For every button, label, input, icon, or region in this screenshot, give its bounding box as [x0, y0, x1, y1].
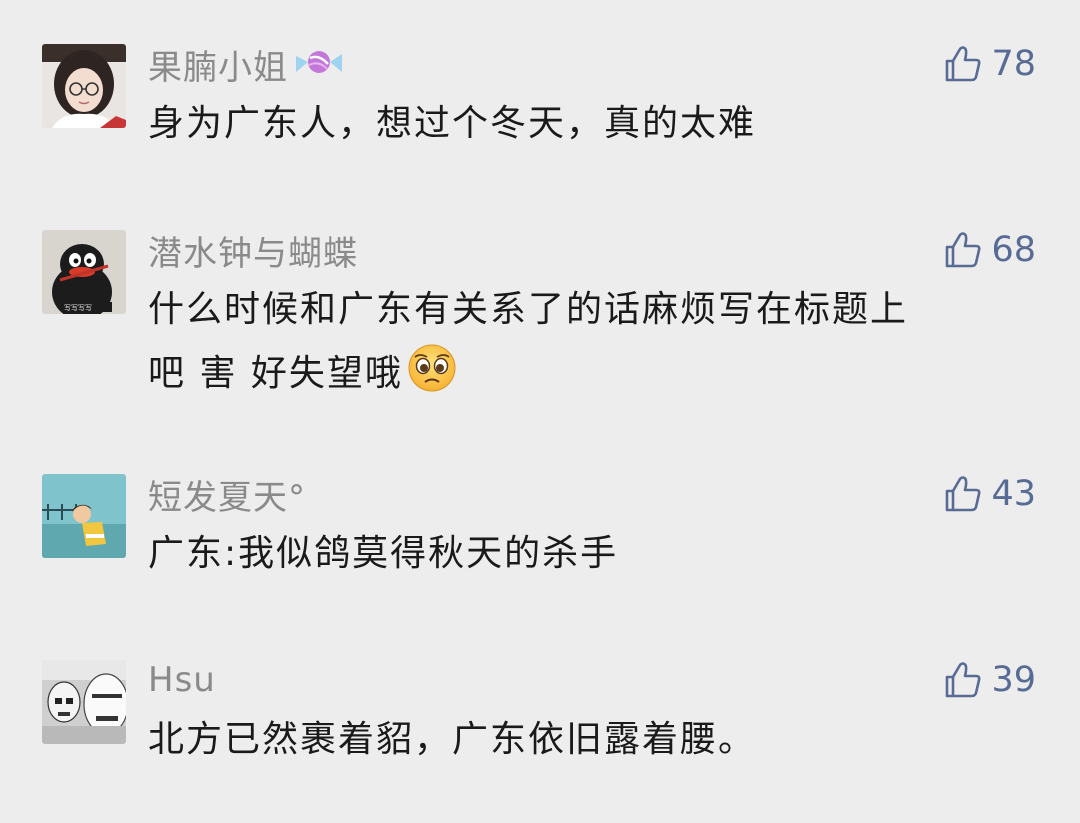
comment-text: 什么时候和广东有关系了的话麻烦写在标题上 吧 害 好失望哦	[148, 278, 1038, 414]
avatar-stormtrooper-image	[42, 660, 126, 744]
avatar[interactable]	[42, 474, 126, 558]
like-button[interactable]: 39	[943, 658, 1036, 702]
username-row: 短发夏天°	[148, 470, 306, 519]
avatar-girl-image	[42, 44, 126, 128]
username[interactable]: Hsu	[148, 660, 216, 700]
thumbs-up-icon	[946, 476, 981, 512]
username-row: 潜水钟与蝴蝶	[148, 226, 358, 275]
like-count: 43	[991, 474, 1036, 514]
comment-text: 北方已然裹着貂，广东依旧露着腰。	[148, 719, 757, 760]
avatar[interactable]	[42, 660, 126, 744]
like-button[interactable]: 68	[943, 228, 1036, 272]
username[interactable]: 果腩小姐	[148, 40, 288, 89]
comment-text-line-content: 吧 害 好失望哦	[148, 353, 403, 394]
comment-text: 身为广东人，想过个冬天，真的太难	[148, 103, 757, 144]
comment-text: 广东:我似鸽莫得秋天的杀手	[148, 533, 619, 574]
comment-text-line: 什么时候和广东有关系了的话麻烦写在标题上	[148, 289, 909, 330]
like-button[interactable]: 43	[943, 472, 1036, 516]
avatar-caption: 写写写写	[64, 304, 92, 312]
avatar-penguin-image: 写写写写	[42, 230, 126, 314]
like-count: 39	[991, 660, 1036, 700]
username[interactable]: 潜水钟与蝴蝶	[148, 226, 358, 275]
thumbs-up-icon	[946, 232, 981, 268]
like-count: 68	[991, 230, 1036, 270]
like-button[interactable]: 78	[943, 42, 1036, 86]
avatar-boy-image	[42, 474, 126, 558]
username-row: 果腩小姐	[148, 40, 344, 89]
username-row: Hsu	[148, 658, 216, 702]
like-count: 78	[991, 44, 1036, 84]
thumbs-up-icon	[946, 46, 981, 82]
avatar[interactable]	[42, 44, 126, 128]
comment-text-line: 吧 害 好失望哦	[148, 342, 1038, 414]
candy-icon	[294, 42, 344, 86]
pleading-face-emoji-icon	[407, 343, 457, 414]
avatar[interactable]: 写写写写	[42, 230, 126, 314]
username[interactable]: 短发夏天°	[148, 470, 306, 519]
thumbs-up-icon	[946, 662, 981, 698]
